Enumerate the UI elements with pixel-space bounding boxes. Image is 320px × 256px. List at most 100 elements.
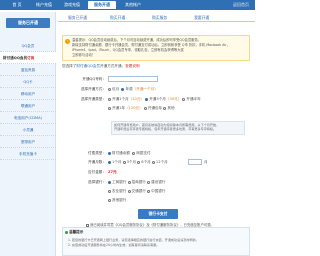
radio-annual[interactable] <box>143 106 147 110</box>
intro-tip-link[interactable]: 查看说明 <box>125 64 139 68</box>
tips-title: 温馨提示 <box>65 230 83 235</box>
radio-boc[interactable] <box>147 189 151 193</box>
pay-type-label: 付费类型： <box>88 151 106 155</box>
sidebar-head[interactable]: 服务已开通 <box>6 18 50 28</box>
nav-tab-service-open[interactable]: 服务开通 <box>88 1 116 9</box>
sidebar-item-tenpay-vip[interactable]: 财付通QQ会员订阅 <box>0 52 56 64</box>
nav-tab-home[interactable]: 首 页 <box>6 1 28 9</box>
radio-halfyear[interactable] <box>182 97 186 101</box>
sidebar-item-mobile[interactable]: 移动用户 <box>0 88 56 100</box>
sidebar-item-qq-vip[interactable]: QQ会员 <box>0 40 56 52</box>
intro-line: 您选择了财付通QQ会员开通方式开通，查看说明 <box>62 64 140 69</box>
custom-month-input[interactable] <box>188 159 202 165</box>
radio-1year[interactable] <box>108 106 111 110</box>
amount-value: 27元 <box>108 170 117 174</box>
intro-prefix: 您选择了 <box>62 64 77 68</box>
warning-icon: ! <box>65 39 70 44</box>
top-nav: 首 页 帐户充值 游戏充值 服务开通 其他帐户 返回首页 <box>0 0 255 10</box>
info-icon <box>65 230 68 234</box>
radio-label: 网银支付 <box>136 151 151 155</box>
radio-label: 开通3个月 <box>149 97 166 101</box>
radio-month-3[interactable] <box>122 160 126 164</box>
subtab-buy-service[interactable]: 购买服务 <box>152 14 167 22</box>
submit-button[interactable]: 银行卡支付 <box>138 209 178 219</box>
return-home-link[interactable]: 返回首页 <box>233 1 249 9</box>
tips-body: 1. 若您的银行卡已开通网上银行业务，请您选择相应的银行进行充值，开通成功后请及… <box>68 238 248 247</box>
hint-line: 开通年费后可享受专属特权，包年开通享受更多优惠，享有更多专享特权。 <box>114 127 217 132</box>
sidebar-item-unicom[interactable]: 联通用户 <box>0 100 56 112</box>
radio-icbc[interactable] <box>108 180 111 184</box>
period-options-row1: 开通1个月（10元） 开通3个月（30元） 开通半年 <box>108 97 201 102</box>
radio-label: 开通包年 <box>147 106 163 110</box>
radio-tenpay-balance[interactable] <box>108 151 111 155</box>
radio-abc[interactable] <box>108 189 111 193</box>
bank-options-row3: 其他银行 <box>108 198 126 203</box>
radio-label: 6个月 <box>141 160 151 164</box>
radio-month-6[interactable] <box>137 160 141 164</box>
radio-cmb[interactable] <box>127 180 131 184</box>
month-options: 1个月 3个月 6个月 12个月 <box>108 160 168 165</box>
radio-note: （开通一个月） <box>132 87 158 91</box>
radio-label: 交通银行 <box>131 189 146 193</box>
radio-ccb[interactable] <box>147 180 151 184</box>
radio-label: 其他 <box>167 106 175 110</box>
radio-label: 财付通余额 <box>112 151 130 155</box>
nav-tab-account-recharge[interactable]: 帐户充值 <box>32 1 56 9</box>
period-options-row2: 开通1年（120元） 开通包年 其他 <box>108 106 175 111</box>
radio-other-bank[interactable] <box>108 198 111 202</box>
radio-label: 农业银行 <box>112 189 127 193</box>
nav-tab-other-account[interactable]: 其他帐户 <box>120 1 146 9</box>
sidebar-item-qq-card[interactable]: QQ卡 <box>0 76 56 88</box>
tips-title-text: 温馨提示 <box>69 230 84 234</box>
tips-panel: 温馨提示 1. 若您的银行卡已开通网上银行业务，请您选择相应的银行进行充值，开通… <box>62 227 250 256</box>
tips-line: 2. 充值成功后开通服务将在24小时内生效，如有疑问请联系客服。 <box>68 242 160 247</box>
bank-options-row1: 工商银行 招商银行 建设银行 <box>108 180 165 185</box>
radio-label: 中国银行 <box>151 189 166 193</box>
month-label: 开通月数： <box>88 160 106 164</box>
radio-1month[interactable] <box>108 97 111 101</box>
notice-link[interactable]: 立即参与活动！ <box>72 53 246 58</box>
open-type-options: 包月 年费（开通一个月） <box>108 87 158 92</box>
sidebar-item-blue-diamond[interactable]: 蓝钻贵族 <box>0 64 56 76</box>
qq-label: 开通QQ号码： <box>82 77 106 81</box>
sidebar-item-phs[interactable]: 小灵通 <box>0 124 56 136</box>
radio-month-12[interactable] <box>151 160 155 164</box>
subtab-opened[interactable]: 服务已开通 <box>68 14 87 22</box>
radio-label: 1个月 <box>112 160 122 164</box>
intro-link[interactable]: 财付通QQ会员 <box>76 64 100 68</box>
radio-label: 建设银行 <box>151 180 166 184</box>
subtab-buy-open[interactable]: 购买开通 <box>110 14 125 22</box>
radio-netbank[interactable] <box>132 151 136 155</box>
sidebar-item-broadband[interactable]: 宽带用户 <box>0 136 56 148</box>
nav-tab-game-recharge[interactable]: 游戏充值 <box>60 1 84 9</box>
sidebar: 服务已开通 QQ会员 财付通QQ会员订阅 蓝钻贵族 QQ卡 移动用户 联通用户 … <box>0 12 56 256</box>
sidebar-item-telecom[interactable]: 电信用户(CDMA) <box>0 112 56 124</box>
radio-label: 开通1年 <box>112 106 126 110</box>
qq-number-input[interactable] <box>108 76 158 82</box>
radio-3month[interactable] <box>145 97 149 101</box>
radio-label: 开通1个月 <box>112 97 129 101</box>
radio-other[interactable] <box>163 106 167 110</box>
radio-monthly[interactable] <box>108 87 111 91</box>
radio-note: （30元） <box>165 97 182 101</box>
sidebar-item-subscribe-tag: 订阅 <box>27 56 35 60</box>
sidebar-item-phone-card[interactable]: 手机充值卡 <box>0 148 56 160</box>
amount-label: 应付金额： <box>88 170 106 174</box>
bank-label: 选择银行： <box>88 180 106 184</box>
open-period-label: 选择开通类型： <box>80 97 106 101</box>
subtab-i-want-open[interactable]: 我要开通 <box>194 14 209 22</box>
radio-label: 年费 <box>125 87 133 91</box>
hint-box: 如何开通年费用户，首月系统将自动为您扣除本月所需费用，从下个月开始， 开通年费后… <box>111 121 245 135</box>
radio-label: 工商银行 <box>112 180 127 184</box>
radio-note: （10元） <box>128 97 145 101</box>
radio-month-1[interactable] <box>108 160 111 164</box>
radio-note: （120元） <box>125 106 143 110</box>
radio-label: 其他银行 <box>112 198 127 202</box>
radio-label: 开通半年 <box>186 97 201 101</box>
custom-month-unit: 月 <box>204 160 208 164</box>
radio-label: 3个月 <box>126 160 137 164</box>
bank-options-row2: 农业银行 交通银行 中国银行 <box>108 189 165 194</box>
radio-label: 包月 <box>112 87 120 91</box>
radio-bocom[interactable] <box>127 189 131 193</box>
intro-suffix: 开通方式开通， <box>100 64 126 68</box>
